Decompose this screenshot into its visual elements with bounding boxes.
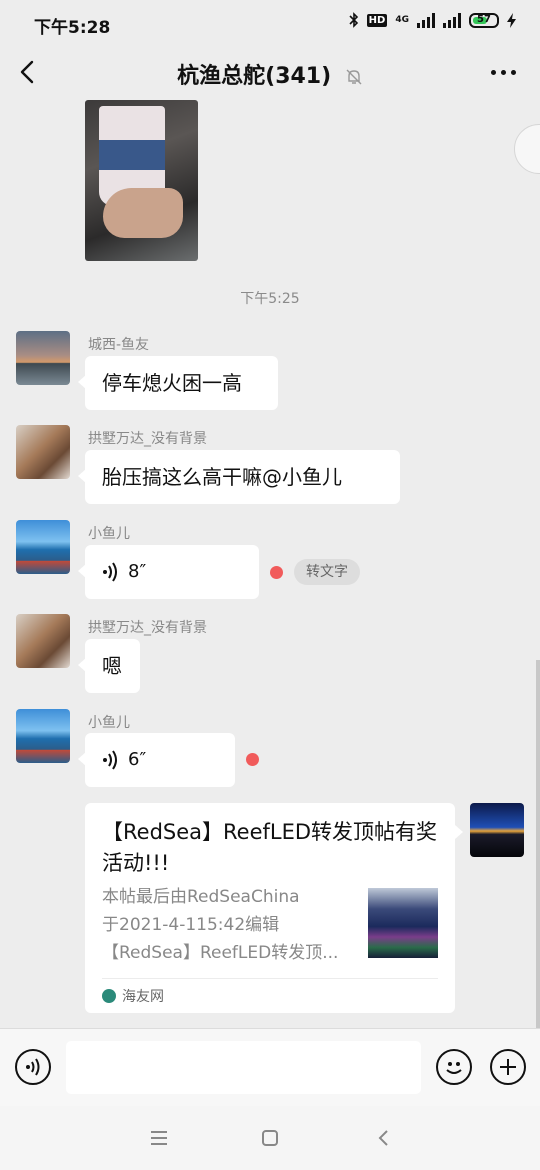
network-label: 4G [395,15,409,25]
avatar[interactable] [16,520,70,574]
input-bar [0,1028,540,1106]
sender-name: 城西-鱼友 [88,337,150,353]
source-name: 海友网 [122,989,164,1005]
bell-off-icon [346,69,362,85]
chat-header: 杭渔总舵(341) [0,46,540,100]
link-card-desc-line: 本帖最后由RedSeaChina [102,887,300,907]
link-card-desc-line: 【RedSea】ReefLED转发顶... [102,943,339,963]
chat-area[interactable]: 下午5:25 城西-鱼友 停车熄火困一高 拱墅万达_没有背景 胎压搞这么高干嘛@… [0,100,540,1028]
text-bubble[interactable]: 停车熄火困一高 [78,356,278,410]
more-button[interactable] [491,70,516,75]
voice-bubble[interactable]: 8″ [78,545,259,599]
sender-name: 拱墅万达_没有背景 [88,620,207,636]
signal-icon-2 [443,12,461,28]
system-nav-bar [0,1106,540,1170]
voice-wave-icon [103,562,117,582]
status-icons: HD 4G 57 [349,12,516,28]
signal-icon [417,12,435,28]
voice-wave-icon [103,750,117,770]
scrollbar[interactable] [536,660,540,1028]
avatar[interactable] [16,331,70,385]
sender-name: 小鱼儿 [88,715,130,731]
hand-shape [103,188,183,238]
text-bubble[interactable]: 嗯 [78,639,140,693]
battery-level: 57 [477,13,491,25]
emoji-button[interactable] [436,1049,472,1085]
avatar[interactable] [16,614,70,668]
link-card-description: 本帖最后由RedSeaChina 于2021-4-115:42编辑 【RedSe… [102,883,364,967]
battery-icon: 57 [469,12,499,28]
link-card[interactable]: 【RedSea】ReefLED转发顶帖有奖活动!!! 本帖最后由RedSeaCh… [85,803,463,1013]
status-time: 下午5:28 [34,18,111,38]
back-nav-icon[interactable] [370,1124,398,1152]
emoji-icon [446,1062,462,1074]
message-input[interactable] [66,1041,421,1094]
home-icon[interactable] [256,1124,284,1152]
avatar[interactable] [16,709,70,763]
chat-title: 杭渔总舵(341) [177,64,332,89]
sender-name: 小鱼儿 [88,526,130,542]
plus-button[interactable] [490,1049,526,1085]
unread-dot [270,566,283,579]
voice-duration: 8″ [128,561,147,582]
status-bar: 下午5:28 HD 4G 57 [0,0,540,46]
dot [501,70,506,75]
transcribe-button[interactable]: 转文字 [294,559,360,585]
image-message[interactable] [85,100,198,261]
message-timestamp: 下午5:25 [240,291,300,307]
text-bubble[interactable]: 胎压搞这么高干嘛@小鱼儿 [78,450,400,504]
chat-title-wrap: 杭渔总舵(341) [0,58,540,90]
charging-icon [507,12,516,28]
link-card-title: 【RedSea】ReefLED转发顶帖有奖活动!!! [102,820,438,875]
voice-bubble[interactable]: 6″ [78,733,235,787]
floating-button[interactable] [514,124,540,174]
my-avatar[interactable] [470,803,524,857]
link-card-desc-line: 于2021-4-115:42编辑 [102,915,280,935]
unread-dot [246,753,259,766]
source-logo-icon [102,989,116,1003]
cup-logo-band [99,140,165,170]
voice-input-button[interactable] [15,1049,51,1085]
divider [102,978,438,979]
menu-icon[interactable] [145,1124,173,1152]
link-card-thumbnail [368,888,438,958]
avatar[interactable] [16,425,70,479]
plus-icon [500,1059,516,1075]
voice-icon [26,1058,40,1076]
sender-name: 拱墅万达_没有背景 [88,431,207,447]
voice-duration: 6″ [128,749,147,770]
dot [511,70,516,75]
link-card-source: 海友网 [102,986,164,1006]
hd-icon: HD [366,13,388,27]
bluetooth-icon [349,12,358,28]
dot [491,70,496,75]
